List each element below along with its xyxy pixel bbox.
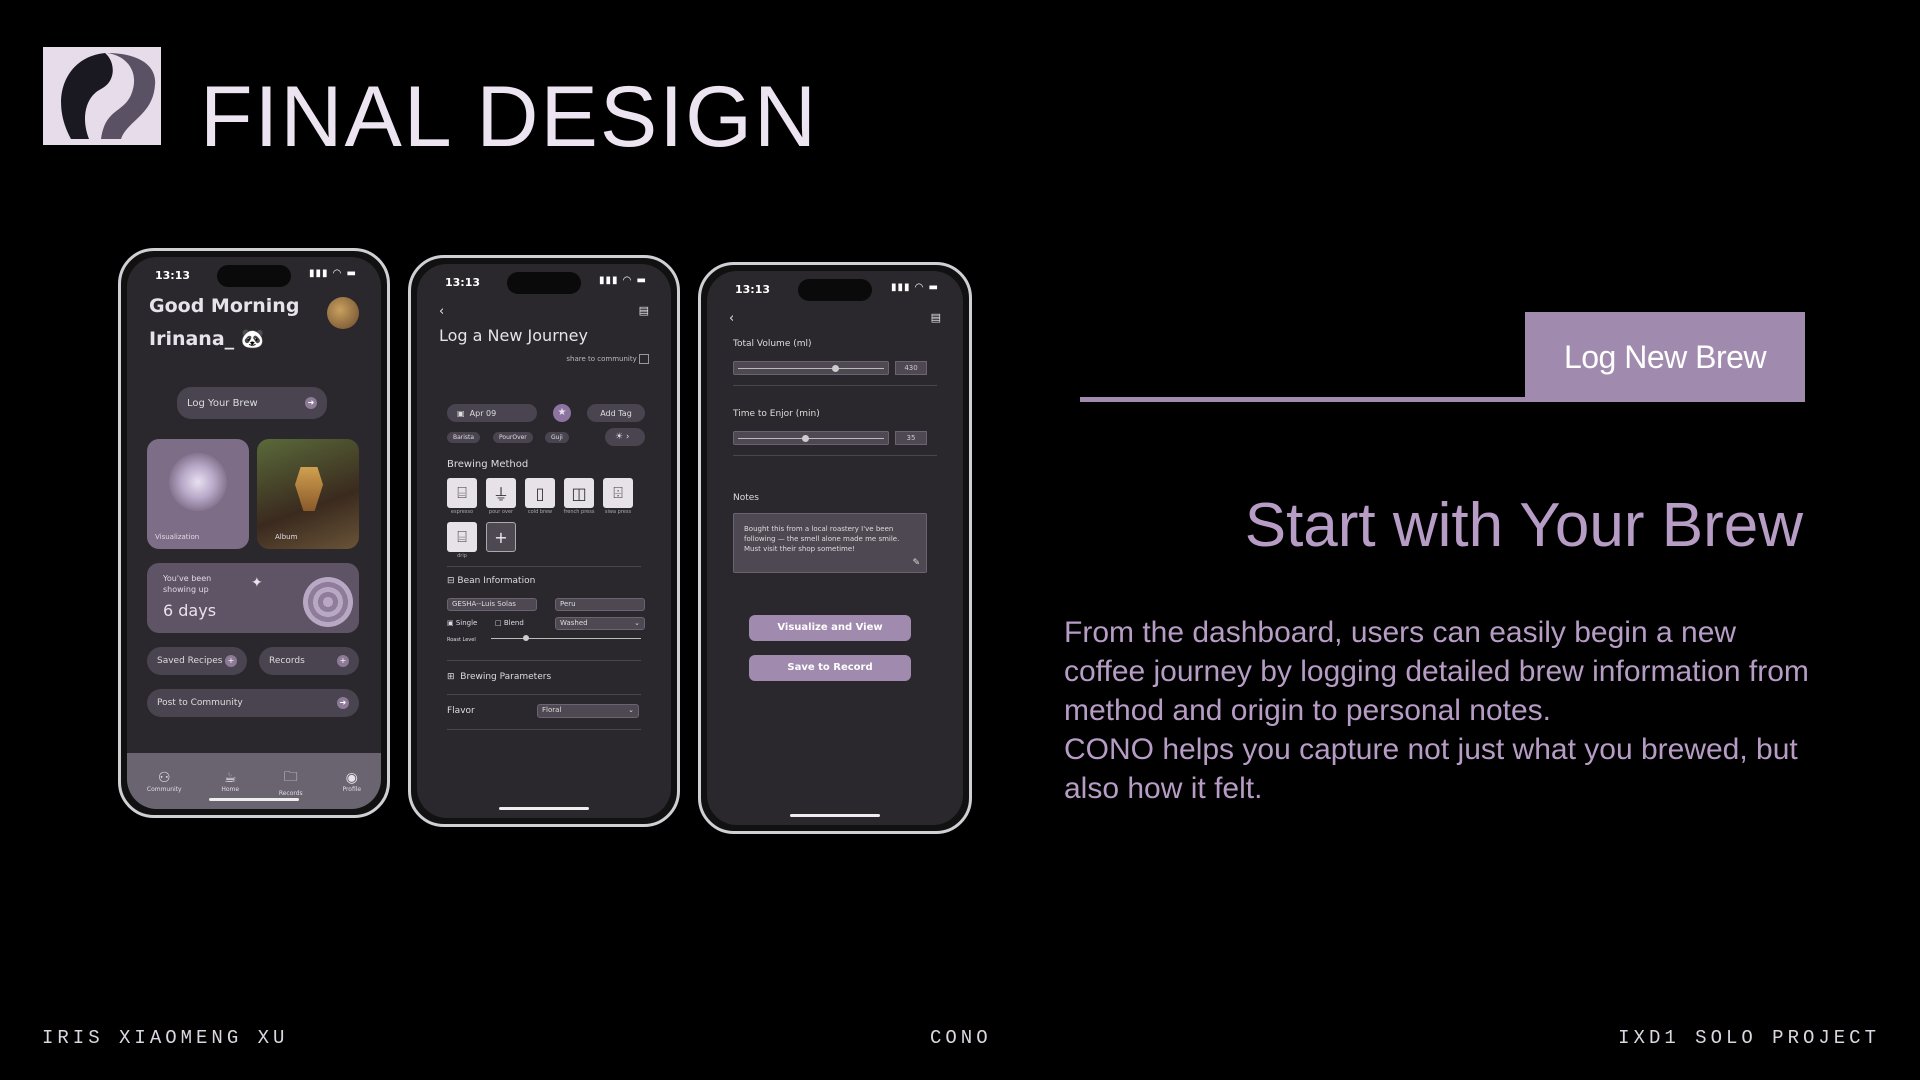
save-record-button[interactable]: Save to Record — [749, 655, 911, 681]
folder-icon: 🗀 — [283, 768, 298, 785]
coffee-image — [295, 467, 323, 511]
log-new-brew-tag: Log New Brew — [1525, 312, 1805, 402]
siwa-press-icon[interactable]: ⌹ — [603, 478, 633, 508]
saved-recipes-button[interactable]: Saved Recipes + — [147, 647, 247, 675]
greeting-line1: Good Morning — [149, 295, 300, 317]
blend-radio[interactable]: □ Blend — [495, 619, 524, 627]
section-body: From the dashboard, users can easily beg… — [1064, 616, 1809, 805]
nav-records[interactable]: 🗀 Records — [279, 766, 303, 797]
phone-notes: 13:13 ▮▮▮ ◠ ▬ ‹ ▤ Total Volume (ml) 430 … — [698, 262, 972, 834]
single-radio[interactable]: ▣ Single — [447, 619, 477, 627]
page-title: FINAL DESIGN — [200, 69, 819, 165]
drip-icon[interactable]: ⌸ — [447, 522, 477, 552]
accent-line — [1080, 397, 1525, 402]
calendar-icon: ▣ — [457, 408, 465, 418]
total-volume-label: Total Volume (ml) — [733, 339, 812, 349]
card-label: Album — [275, 533, 298, 541]
post-community-button[interactable]: Post to Community ➜ — [147, 689, 359, 717]
visualize-button[interactable]: Visualize and View — [749, 615, 911, 641]
french-press-icon[interactable]: ◫ — [564, 478, 594, 508]
records-button[interactable]: Records + — [259, 647, 359, 675]
favorite-icon[interactable]: ★ — [553, 404, 571, 422]
target-graphic — [303, 577, 353, 627]
flavor-select[interactable]: Floral ⌄ — [537, 704, 639, 718]
date-picker[interactable]: ▣ Apr 09 — [447, 404, 537, 422]
arrow-icon: ➜ — [305, 397, 317, 409]
bean-info-label[interactable]: ⊟ Bean Information — [447, 576, 535, 586]
tag-chip[interactable]: Guji — [545, 432, 569, 443]
panda-icon: 🐼 — [240, 328, 265, 350]
bean-name-input[interactable]: GESHA--Luis Solas — [447, 598, 537, 611]
process-select[interactable]: Washed ⌄ — [555, 617, 645, 630]
status-time: 13:13 — [445, 276, 481, 289]
streak-value: 6 days — [163, 601, 217, 620]
calendar-icon[interactable]: ▤ — [931, 311, 941, 324]
nav-home[interactable]: ☕ Home — [221, 770, 239, 793]
visualization-card[interactable]: Visualization — [147, 439, 249, 549]
profile-icon: ◉ — [345, 769, 358, 786]
nav-profile[interactable]: ◉ Profile — [342, 770, 361, 793]
visualization-graphic — [169, 453, 227, 511]
add-tag-button[interactable]: Add Tag — [587, 404, 645, 422]
origin-input[interactable]: Peru — [555, 598, 645, 611]
arrow-icon: + — [225, 655, 237, 667]
back-icon[interactable]: ‹ — [729, 311, 734, 326]
cold-brew-icon[interactable]: ▯ — [525, 478, 555, 508]
roast-level-label: Roast Level — [447, 637, 476, 643]
back-icon[interactable]: ‹ — [439, 304, 444, 319]
page-heading: Log a New Journey — [439, 326, 588, 345]
tag-chip[interactable]: Barista — [447, 432, 481, 443]
greeting-line2: Irinana_ 🐼 — [149, 328, 265, 350]
streak-label: You've been showing up — [163, 574, 212, 594]
add-method-icon[interactable]: + — [486, 522, 516, 552]
tag-chip[interactable]: PourOver — [493, 432, 533, 443]
sparkle-icon: ✦ — [251, 575, 263, 591]
card-label: Visualization — [155, 533, 200, 541]
log-brew-button[interactable]: Log Your Brew ➜ — [177, 387, 327, 419]
total-volume-input[interactable]: 430 — [895, 361, 927, 375]
footer-author: IRIS XIAOMENG XU — [42, 1027, 289, 1049]
weather-toggle[interactable]: ☀ › — [605, 428, 645, 446]
community-icon: ⚇ — [157, 769, 171, 786]
time-to-enjoy-label: Time to Enjor (min) — [733, 409, 820, 419]
edit-icon[interactable]: ✎ — [912, 558, 920, 568]
brewing-params-label[interactable]: ⊞ Brewing Parameters — [447, 672, 551, 682]
time-to-enjoy-slider[interactable] — [733, 431, 889, 445]
flavor-label: Flavor — [447, 706, 475, 716]
coffee-cup-icon: ☕ — [223, 769, 237, 786]
brewing-method-label: Brewing Method — [447, 459, 529, 470]
arrow-icon: ➜ — [337, 697, 349, 709]
footer-project: CONO — [930, 1027, 992, 1049]
arrow-icon: + — [337, 655, 349, 667]
cono-logo — [43, 47, 161, 145]
total-volume-slider[interactable] — [733, 361, 889, 375]
notes-textarea[interactable]: Bought this from a local roastery I've b… — [733, 513, 927, 573]
status-time: 13:13 — [735, 283, 771, 296]
avatar[interactable] — [327, 297, 359, 329]
espresso-icon[interactable]: ⌸ — [447, 478, 477, 508]
time-input[interactable]: 35 — [895, 431, 927, 445]
phone-dashboard: 13:13 ▮▮▮ ◠ ▬ Good Morning Irinana_ 🐼 Lo… — [118, 248, 390, 818]
roast-level-slider[interactable] — [487, 634, 645, 644]
status-icons: ▮▮▮ ◠ ▬ — [308, 268, 357, 279]
footer-course: IXD1 SOLO PROJECT — [1618, 1027, 1880, 1049]
calendar-icon[interactable]: ▤ — [639, 304, 649, 317]
album-card[interactable]: Album — [257, 439, 359, 549]
notes-label: Notes — [733, 493, 759, 503]
status-icons: ▮▮▮ ◠ ▬ — [890, 282, 939, 293]
section-headline: Start with Your Brew — [1244, 491, 1803, 560]
status-time: 13:13 — [155, 269, 191, 282]
streak-card: You've been showing up 6 days ✦ — [147, 563, 359, 633]
nav-community[interactable]: ⚇ Community — [147, 770, 182, 793]
share-toggle[interactable]: share to community — [566, 354, 649, 364]
phone-log-journey: 13:13 ▮▮▮ ◠ ▬ ‹ ▤ Log a New Journey shar… — [408, 255, 680, 827]
status-icons: ▮▮▮ ◠ ▬ — [598, 275, 647, 286]
pour-over-icon[interactable]: ⏚ — [486, 478, 516, 508]
